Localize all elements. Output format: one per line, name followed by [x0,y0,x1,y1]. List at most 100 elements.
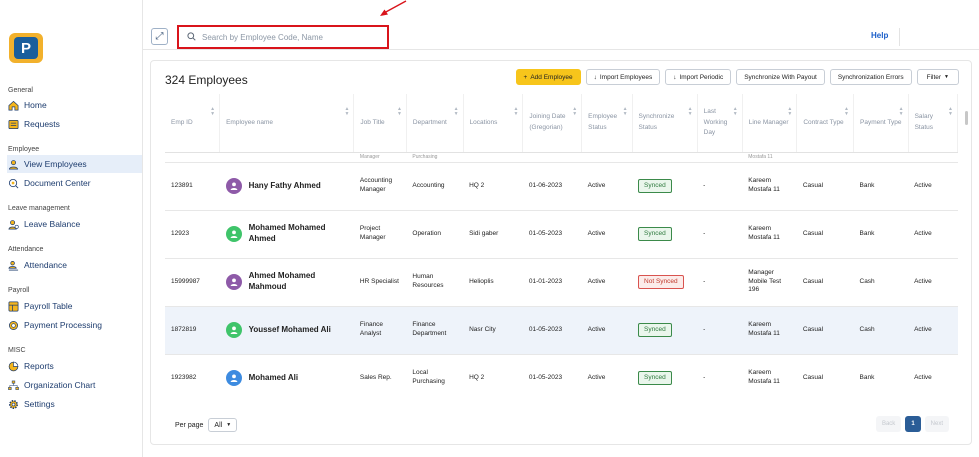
sidebar-item-reports[interactable]: Reports [7,357,142,375]
sidebar: P General Home Requests Employee View Em… [0,0,143,457]
sidebar-item-home[interactable]: Home [7,96,142,114]
employee-name-cell[interactable]: Ahmed Mohamed Mahmoud [219,258,354,307]
sidebar-item-label: Organization Chart [24,380,96,390]
import-periodic-button[interactable]: ↓ Import Periodic [665,69,732,85]
column-header[interactable]: Joining Date (Gregorian) ▲ ▼ [522,94,583,153]
employees-card: 324 Employees + Add Employee ↓ Import Em… [150,60,972,445]
employee-status-cell: Active [581,354,633,402]
user-icon [230,278,237,286]
back-button[interactable]: Back [875,416,902,432]
search-input[interactable] [202,32,372,42]
add-employee-button[interactable]: + Add Employee [515,69,581,85]
button-label: Import Employees [599,73,653,81]
sidebar-item-label: Settings [24,399,55,409]
sort-icon: ▲ ▼ [948,106,953,117]
avatar [225,370,242,386]
leave-icon [8,219,19,230]
salary-status-cell: Active [908,306,958,355]
department-cell: Operation [406,210,464,259]
sync-status-badge: Synced [638,322,672,338]
column-header[interactable]: Employee name ▲ ▼ [219,94,355,153]
sync-errors-button[interactable]: Synchronization Errors [829,69,912,85]
settings-icon [8,399,19,410]
plus-icon: + [523,73,528,81]
employee-name-cell[interactable]: Youssef Mohamed Ali [219,306,354,355]
expand-icon: ⤢ [155,31,164,42]
column-header[interactable]: Salary Status ▲ ▼ [908,94,958,153]
nav-section-attendance: Attendance [8,246,44,253]
sidebar-item-requests[interactable]: Requests [7,115,142,133]
emp-id-cell: 1872819 [165,306,220,355]
employees-table: Emp ID ▲ ▼ Employee name ▲ ▼ Job Title ▲ ▼ Dep… [165,94,958,402]
column-header[interactable]: Line Manager ▲ ▼ [742,94,798,153]
sidebar-item-document-center[interactable]: Document Center [7,174,142,192]
annotation-arrow [380,0,407,16]
column-header[interactable]: Contract Type ▲ ▼ [796,94,854,153]
scrollbar-thumb[interactable] [965,111,968,125]
expand-button[interactable]: ⤢ [151,28,168,45]
requests-icon [8,119,19,130]
sort-icon: ▲ ▼ [687,106,693,117]
avatar [225,274,242,290]
download-arrow-icon: ↓ [593,73,597,81]
department-cell: Human Resources [406,258,464,307]
column-header[interactable]: Locations ▲ ▼ [463,94,524,153]
table-row[interactable]: 15999987 Ahmed Mohamed Mahmoud HR Speciali… [165,258,958,307]
salary-status-cell: Active [908,162,958,211]
payment-type-cell: Cash [853,258,909,307]
column-header[interactable]: Last Working Day ▲ ▼ [697,94,743,153]
employee-name-cell[interactable]: Mohamed Ali [219,354,354,402]
per-page-value: All [214,421,223,429]
table-row[interactable]: 123891 Hany Fathy Ahmed Accounting Manager… [165,162,958,211]
table-row[interactable]: 1923982 Mohamed Ali Sales Rep. Local Purcha… [165,354,958,402]
org-chart-icon [8,380,19,391]
per-page-select[interactable]: All ▼ [208,418,238,432]
employee-name: Mohamed Mohamed Ahmed [248,223,326,243]
sort-icon: ▲ ▼ [453,106,459,117]
sidebar-item-payroll-table[interactable]: Payroll Table [7,297,142,315]
sidebar-item-attendance[interactable]: Attendance [7,256,142,274]
payment-icon [8,320,19,331]
sync-payout-button[interactable]: Synchronize With Payout [736,69,825,85]
sort-icon: ▲ ▼ [572,106,578,117]
help-link[interactable]: Help [871,31,888,40]
sidebar-item-leave-balance[interactable]: Leave Balance [7,215,142,233]
search-box[interactable] [177,25,389,49]
import-employees-button[interactable]: ↓ Import Employees [585,69,661,85]
joining-date-cell: 01-01-2023 [522,258,582,307]
contract-type-cell: Casual [796,306,854,355]
sidebar-item-view-employees[interactable]: View Employees [7,155,142,173]
filter-button[interactable]: Filter ▼ [916,69,959,85]
column-header[interactable]: Department ▲ ▼ [406,94,464,153]
user-icon [230,374,237,382]
sort-icon: ▲ ▼ [844,106,849,117]
app-logo[interactable]: P [9,33,43,63]
sidebar-item-organization-chart[interactable]: Organization Chart [7,376,142,394]
employee-name: Hany Fathy Ahmed [248,180,321,190]
column-header[interactable]: Payment Type ▲ ▼ [853,94,909,153]
avatar [225,178,242,194]
employee-name-cell[interactable]: Mohamed Mohamed Ahmed [219,210,354,259]
column-header[interactable]: Job Title ▲ ▼ [353,94,407,153]
sync-status-cell: Synced [632,210,698,259]
sort-icon: ▲ ▼ [622,106,628,117]
column-header[interactable]: Synchronize Status ▲ ▼ [632,94,698,153]
table-row[interactable]: 1872819 Youssef Mohamed Ali Finance Analys… [165,306,958,355]
employees-table-container[interactable]: Emp ID ▲ ▼ Employee name ▲ ▼ Job Title ▲ ▼ Dep… [165,94,958,402]
next-button[interactable]: Next [924,416,949,432]
employee-name-cell[interactable]: Hany Fathy Ahmed [219,162,354,211]
column-header[interactable]: Emp ID ▲ ▼ [165,94,221,153]
table-row[interactable]: Manager Purchasing Mostafa 11 [165,152,958,163]
table-row[interactable]: 12923 Mohamed Mohamed Ahmed Project Manage… [165,210,958,259]
download-arrow-icon: ↓ [673,73,677,81]
line-manager-cell: Kareem Mostafa 11 [742,210,797,259]
sync-status-badge: Not Synced [638,274,684,290]
button-label: Add Employee [530,73,573,81]
page-button-current[interactable]: 1 [905,416,921,432]
sidebar-item-settings[interactable]: Settings [7,395,142,413]
column-header[interactable]: Employee Status ▲ ▼ [581,94,633,153]
table-body: Manager Purchasing Mostafa 11 123891 Hany F… [165,152,958,402]
sidebar-item-payment-processing[interactable]: Payment Processing [7,316,142,334]
last-working-day-cell: - [697,162,743,211]
job-title-cell: Project Manager [353,210,407,259]
